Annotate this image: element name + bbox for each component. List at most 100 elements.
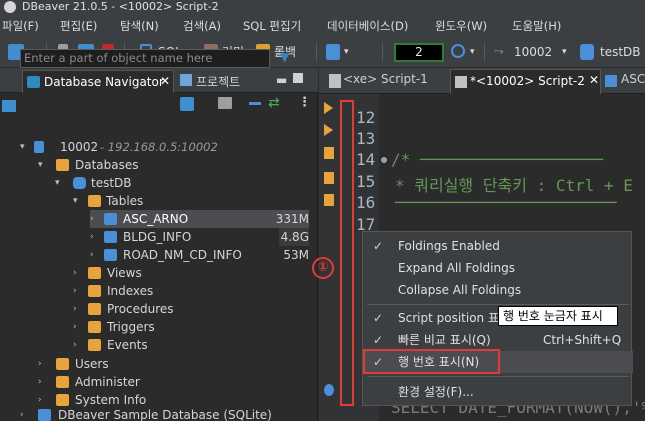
dbeaver-logo-icon bbox=[4, 1, 16, 13]
active-database-selector[interactable]: testDB bbox=[600, 43, 641, 61]
execute-statement-icon[interactable] bbox=[324, 102, 333, 114]
tree-table-road-nm-cd-info[interactable]: › ROAD_NM_CD_INFO 53M bbox=[90, 246, 309, 264]
menu-item-foldings-enabled[interactable]: ✓ Foldings Enabled bbox=[363, 235, 633, 257]
table-icon bbox=[104, 231, 117, 243]
execute-in-new-tab-icon[interactable] bbox=[324, 124, 333, 136]
tree-label: Administer bbox=[75, 375, 140, 389]
collapse-arrow-icon[interactable]: ▾ bbox=[38, 156, 48, 174]
collapse-arrow-icon[interactable]: ▾ bbox=[20, 138, 30, 156]
tab-project[interactable]: 프로젝트 bbox=[196, 73, 240, 90]
minimize-icon[interactable]: ▬ bbox=[276, 73, 287, 87]
collapse-arrow-icon[interactable]: ▾ bbox=[73, 192, 83, 210]
tree-views[interactable]: › Views bbox=[73, 264, 273, 282]
tab-script-2-label: *<10002> Script-2 bbox=[470, 74, 585, 88]
code-comment-rule: ─────────────────────── bbox=[395, 193, 617, 212]
connection-selector-icon[interactable]: ⤳ bbox=[494, 44, 510, 60]
tree-indexes[interactable]: › Indexes bbox=[73, 282, 273, 300]
menu-navigate[interactable]: 탐색(N) bbox=[120, 18, 159, 34]
tab-asc-arno[interactable]: ASC_ bbox=[621, 72, 645, 86]
menu-item-quick-diff[interactable]: ✓ 빠른 비교 표시(Q) Ctrl+Shift+Q bbox=[363, 329, 633, 351]
menu-help[interactable]: 도움말(H) bbox=[512, 18, 561, 34]
line-number: 14 bbox=[356, 150, 376, 169]
tree-users[interactable]: › Users bbox=[38, 355, 238, 373]
menu-sql-editor[interactable]: SQL 편집기 bbox=[243, 18, 301, 34]
menu-item-expand-all-foldings[interactable]: Expand All Foldings bbox=[363, 257, 633, 279]
tree-administer[interactable]: › Administer bbox=[38, 373, 238, 391]
filter-icon[interactable]: ▼ bbox=[280, 51, 292, 63]
menu-item-collapse-all-foldings[interactable]: Collapse All Foldings bbox=[363, 279, 633, 301]
tree-label: ROAD_NM_CD_INFO bbox=[123, 248, 242, 262]
menu-item-shortcut: Ctrl+Shift+Q bbox=[543, 333, 622, 347]
tab-database-navigator[interactable]: Database Navigator ✕ bbox=[22, 70, 174, 93]
tree-connection-10002[interactable]: ▾ 10002 - 192.168.0.5:10002 bbox=[20, 138, 300, 156]
connection-icon bbox=[34, 141, 44, 153]
tab-database-navigator-label: Database Navigator bbox=[44, 75, 164, 89]
expand-arrow-icon[interactable]: › bbox=[20, 406, 30, 421]
expand-arrow-icon[interactable]: › bbox=[73, 300, 83, 318]
tree-databases[interactable]: ▾ Databases bbox=[38, 156, 238, 174]
expand-arrow-icon[interactable]: › bbox=[90, 246, 100, 264]
tree-events[interactable]: › Events bbox=[73, 336, 273, 354]
new-connection-icon[interactable] bbox=[180, 97, 194, 111]
expand-arrow-icon[interactable]: › bbox=[90, 210, 100, 228]
expand-arrow-icon[interactable]: › bbox=[73, 318, 83, 336]
tree-label: ASC_ARNO bbox=[123, 212, 189, 226]
expand-arrow-icon[interactable]: › bbox=[90, 228, 100, 246]
folder-icon bbox=[88, 339, 101, 351]
view-menu-icon[interactable]: ⋮ bbox=[298, 95, 311, 110]
navigator-toolbar: ⇄ ⋮ bbox=[0, 93, 318, 115]
execute-script-icon[interactable] bbox=[324, 147, 334, 159]
side-toolbar-icon[interactable] bbox=[2, 100, 16, 112]
active-connection-selector[interactable]: 10002 bbox=[514, 43, 552, 61]
explain-plan-icon[interactable] bbox=[324, 194, 334, 206]
menu-item-label: Foldings Enabled bbox=[398, 239, 500, 253]
annotation-marker: ① bbox=[312, 257, 334, 279]
table-icon bbox=[104, 213, 117, 225]
collapse-all-icon[interactable] bbox=[249, 102, 261, 105]
expand-arrow-icon[interactable]: › bbox=[38, 373, 48, 391]
fold-marker-icon[interactable] bbox=[381, 157, 387, 163]
new-folder-icon[interactable] bbox=[218, 97, 232, 109]
menu-separator bbox=[367, 304, 629, 305]
execute-script-new-tab-icon[interactable] bbox=[324, 172, 334, 184]
settings-icon[interactable] bbox=[324, 384, 334, 396]
menu-item-preferences[interactable]: 환경 설정(F)... bbox=[363, 381, 633, 403]
maximize-icon[interactable] bbox=[293, 73, 303, 83]
expand-arrow-icon[interactable]: › bbox=[73, 336, 83, 354]
window-titlebar: DBeaver 21.0.5 - <10002> Script-2 bbox=[0, 0, 645, 14]
history-dropdown-icon[interactable]: ▾ bbox=[470, 43, 475, 61]
expand-arrow-icon[interactable]: › bbox=[73, 264, 83, 282]
administer-icon bbox=[56, 376, 69, 388]
menu-edit[interactable]: 편집(E) bbox=[60, 18, 97, 34]
connection-dropdown-icon[interactable]: ▾ bbox=[562, 43, 567, 61]
tree-table-asc-arno[interactable]: › ASC_ARNO 331M bbox=[90, 210, 309, 228]
tab-script-1[interactable]: <xe> Script-1 bbox=[343, 72, 428, 86]
tab-script-2[interactable]: *<10002> Script-2 ✕ bbox=[450, 69, 601, 94]
connection-host: - 192.168.0.5:10002 bbox=[100, 140, 218, 154]
tree-sample-database[interactable]: › DBeaver Sample Database (SQLite) bbox=[20, 406, 315, 421]
transaction-mode-dropdown-icon[interactable]: ▾ bbox=[344, 43, 349, 61]
close-icon[interactable]: ✕ bbox=[160, 74, 170, 88]
menu-database[interactable]: 데이터베이스(D) bbox=[327, 18, 408, 34]
expand-arrow-icon[interactable]: › bbox=[38, 355, 48, 373]
expand-arrow-icon[interactable]: › bbox=[73, 282, 83, 300]
database-icon[interactable] bbox=[580, 44, 594, 60]
database-icon bbox=[73, 177, 86, 189]
tree-tables[interactable]: ▾ Tables bbox=[73, 192, 273, 210]
link-with-editor-icon[interactable]: ⇄ bbox=[268, 95, 280, 111]
tree-procedures[interactable]: › Procedures bbox=[73, 300, 273, 318]
history-clock-icon[interactable] bbox=[451, 44, 465, 58]
tree-testdb[interactable]: ▾ testDB bbox=[55, 174, 255, 192]
close-icon[interactable]: ✕ bbox=[589, 73, 599, 87]
menu-window[interactable]: 윈도우(W) bbox=[435, 18, 487, 34]
table-icon bbox=[605, 75, 617, 87]
check-icon: ✓ bbox=[373, 239, 384, 253]
object-search-input[interactable]: Enter a part of object name here bbox=[20, 49, 270, 68]
transaction-mode-icon[interactable] bbox=[326, 44, 340, 60]
menu-search[interactable]: 검색(A) bbox=[183, 18, 221, 34]
collapse-arrow-icon[interactable]: ▾ bbox=[55, 174, 65, 192]
tree-table-bldg-info[interactable]: › BLDG_INFO 4.8G bbox=[90, 228, 309, 246]
menu-file[interactable]: 파일(F) bbox=[2, 18, 39, 34]
tree-triggers[interactable]: › Triggers bbox=[73, 318, 273, 336]
pending-transaction-counter[interactable]: 2 bbox=[394, 43, 444, 62]
